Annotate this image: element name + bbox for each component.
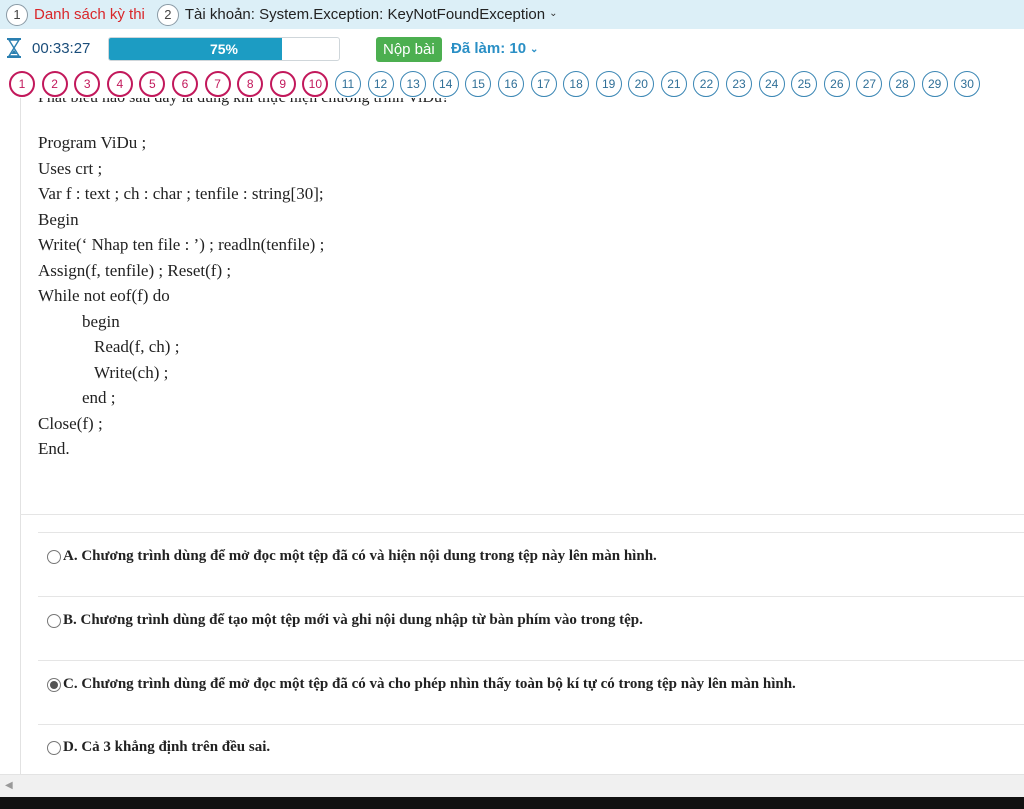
question-nav-9[interactable]: 9 (269, 71, 296, 97)
submit-button[interactable]: Nộp bài (376, 37, 442, 62)
answer-option-b[interactable]: B. Chương trình dùng để tạo một tệp mới … (47, 612, 643, 629)
breadcrumb-exam-list-label[interactable]: Danh sách kỳ thi (34, 6, 145, 23)
code-line: Write(‘ Nhap ten file : ’) ; readln(tenf… (38, 235, 325, 254)
answer-option-a-label: A. Chương trình dùng để mở đọc một tệp đ… (63, 548, 657, 564)
top-breadcrumb-bar: 1 Danh sách kỳ thi 2 Tài khoản: System.E… (0, 0, 1024, 29)
code-line: Assign(f, tenfile) ; Reset(f) ; (38, 260, 232, 280)
option-divider (38, 724, 1024, 725)
question-nav-6[interactable]: 6 (171, 71, 198, 97)
progress-label: 75% (209, 41, 239, 57)
answer-option-c-label: C. Chương trình dùng để mở đọc một tệp đ… (63, 676, 796, 692)
question-content: Phát biểu nào sau đây là đúng khi thực h… (0, 98, 1024, 774)
question-nav-13[interactable]: 13 (400, 71, 427, 97)
radio-button-icon[interactable] (47, 613, 61, 628)
option-divider (38, 660, 1024, 661)
question-nav-17[interactable]: 17 (530, 71, 557, 97)
code-block: Program ViDu ; Uses crt ; Var f : text ;… (38, 130, 324, 462)
question-nav-14[interactable]: 14 (432, 71, 459, 97)
question-nav-29[interactable]: 29 (921, 71, 948, 97)
question-nav-22[interactable]: 22 (693, 71, 720, 97)
question-nav-3[interactable]: 3 (74, 71, 101, 97)
radio-button-icon[interactable] (47, 549, 61, 564)
progress-bar: 75% (108, 37, 340, 61)
question-nav-2[interactable]: 2 (41, 71, 68, 97)
answered-count-dropdown[interactable]: Đã làm: 10 ⌄ (451, 40, 538, 57)
question-nav-21[interactable]: 21 (660, 71, 687, 97)
question-nav-12[interactable]: 12 (367, 71, 394, 97)
option-divider (38, 596, 1024, 597)
code-line: Write(ch) ; (94, 362, 169, 382)
question-nav-23[interactable]: 23 (726, 71, 753, 97)
chevron-down-icon[interactable]: ⌄ (549, 8, 557, 19)
code-line: While not eof(f) do (38, 286, 170, 305)
answer-option-b-label: B. Chương trình dùng để tạo một tệp mới … (63, 612, 643, 628)
answered-count-label: Đã làm: 10 (451, 40, 527, 57)
question-nav-8[interactable]: 8 (237, 71, 264, 97)
answer-option-d-label: D. Cả 3 khẳng định trên đều sai. (63, 739, 271, 755)
code-line: Close(f) ; (38, 413, 103, 433)
breadcrumb-account-label[interactable]: Tài khoản: System.Exception: KeyNotFound… (185, 6, 545, 23)
question-nav-18[interactable]: 18 (563, 71, 590, 97)
code-line: Uses crt ; (38, 158, 103, 178)
question-nav-4[interactable]: 4 (106, 71, 133, 97)
question-nav-15[interactable]: 15 (465, 71, 492, 97)
question-prompt: Phát biểu nào sau đây là đúng khi thực h… (38, 98, 449, 114)
answer-option-c[interactable]: C. Chương trình dùng để mở đọc một tệp đ… (47, 676, 796, 693)
breadcrumb-step-1-badge: 1 (6, 3, 28, 26)
question-nav-5[interactable]: 5 (139, 71, 166, 97)
horizontal-scrollbar[interactable]: ◀ (0, 774, 1024, 797)
question-divider (20, 514, 1024, 515)
code-line: Program ViDu ; (38, 133, 147, 152)
option-divider (38, 532, 1024, 533)
scroll-left-arrow-icon[interactable]: ◀ (5, 780, 13, 791)
chevron-down-icon: ⌄ (530, 44, 539, 55)
question-nav-28[interactable]: 28 (889, 71, 916, 97)
hourglass-icon (7, 38, 21, 58)
radio-button-icon[interactable] (47, 740, 61, 755)
content-left-border (20, 98, 21, 774)
code-line: end ; (82, 388, 116, 407)
breadcrumb-step-2-badge: 2 (156, 3, 179, 26)
question-nav-24[interactable]: 24 (758, 71, 785, 97)
question-nav-27[interactable]: 27 (856, 71, 883, 97)
question-nav-16[interactable]: 16 (497, 71, 524, 97)
code-line: Begin (38, 209, 79, 229)
question-nav-19[interactable]: 19 (595, 71, 622, 97)
answer-option-d[interactable]: D. Cả 3 khẳng định trên đều sai. (47, 739, 270, 756)
question-nav-1[interactable]: 1 (9, 71, 35, 97)
code-line: begin (82, 311, 120, 331)
countdown-timer: 00:33:27 (32, 40, 91, 57)
radio-button-icon[interactable] (47, 677, 61, 692)
question-nav-26[interactable]: 26 (823, 71, 850, 97)
question-nav-30[interactable]: 30 (954, 71, 981, 97)
question-nav-25[interactable]: 25 (791, 71, 818, 97)
code-line: End. (38, 439, 70, 458)
question-nav-10[interactable]: 10 (302, 71, 329, 97)
question-nav-20[interactable]: 20 (628, 71, 655, 97)
question-navigator: 1 2 3 4 5 6 7 8 9 10 11 12 13 14 15 16 17 18 19 20 21 22 23 24 2… (9, 71, 987, 97)
exam-status-row: 00:33:27 75% Nộp bài Đã làm: 10 ⌄ (0, 32, 1024, 66)
code-line: Read(f, ch) ; (94, 337, 180, 356)
answer-option-a[interactable]: A. Chương trình dùng để mở đọc một tệp đ… (47, 548, 657, 565)
question-nav-11[interactable]: 11 (334, 71, 361, 97)
breadcrumb-exam-list[interactable]: 1 Danh sách kỳ thi (6, 3, 145, 26)
breadcrumb-account[interactable]: 2 Tài khoản: System.Exception: KeyNotFou… (156, 3, 557, 26)
code-line: Var f : text ; ch : char ; tenfile : str… (38, 184, 324, 203)
taskbar-strip (0, 797, 1024, 809)
question-nav-7[interactable]: 7 (204, 71, 231, 97)
